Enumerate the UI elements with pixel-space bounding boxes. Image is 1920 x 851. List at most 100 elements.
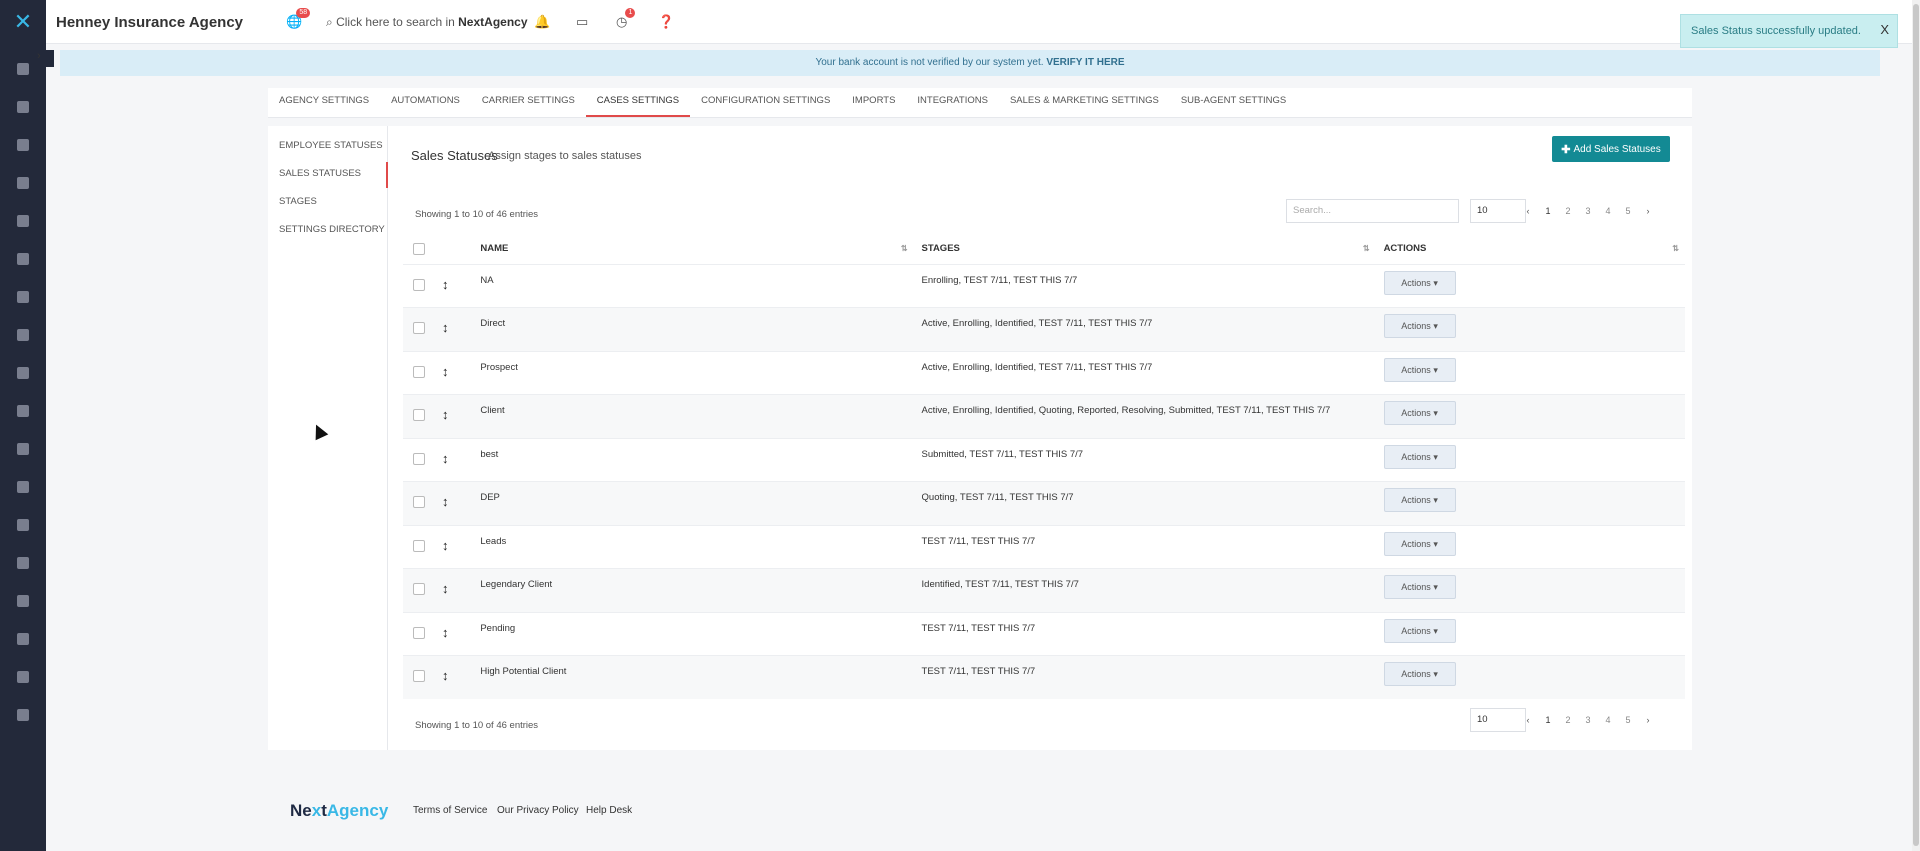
sidebar-item[interactable] bbox=[0, 582, 46, 620]
subnav-sales-statuses[interactable]: Sales Statuses bbox=[268, 160, 388, 188]
sidebar-item[interactable] bbox=[0, 658, 46, 696]
row-checkbox[interactable] bbox=[413, 583, 425, 595]
scrollbar-thumb[interactable] bbox=[1913, 4, 1919, 846]
row-checkbox[interactable] bbox=[413, 539, 425, 552]
clock-icon[interactable]: ◷ 1 bbox=[616, 8, 636, 30]
actions-dropdown-button[interactable]: Actions ▾ bbox=[1383, 662, 1456, 686]
footer-logo[interactable]: NextAgency bbox=[290, 801, 388, 821]
tab-cases-settings[interactable]: Cases Settings bbox=[585, 88, 691, 117]
tab-integrations[interactable]: Integrations bbox=[906, 88, 999, 117]
page-1[interactable]: 1 bbox=[1538, 715, 1558, 725]
drag-handle-icon[interactable]: ↕ bbox=[442, 625, 449, 640]
select-all-checkbox[interactable] bbox=[413, 243, 425, 256]
row-checkbox[interactable] bbox=[413, 452, 425, 465]
sidebar-toggle-button[interactable]: › bbox=[37, 50, 54, 67]
sidebar-item[interactable] bbox=[0, 354, 46, 392]
terms-link[interactable]: Terms of Service bbox=[413, 805, 487, 816]
page-5[interactable]: 5 bbox=[1618, 206, 1638, 216]
subnav-employee-statuses[interactable]: Employee Statuses bbox=[268, 132, 387, 160]
actions-dropdown-button[interactable]: Actions ▾ bbox=[1383, 357, 1456, 382]
sidebar-item[interactable] bbox=[0, 620, 46, 658]
tab-configuration-settings[interactable]: Configuration Settings bbox=[690, 88, 841, 117]
row-checkbox[interactable] bbox=[413, 626, 425, 639]
subnav-settings-directory[interactable]: Settings Directory bbox=[268, 216, 387, 244]
column-actions[interactable]: ACTIONS ⇅ bbox=[1376, 234, 1685, 264]
sidebar-item[interactable] bbox=[0, 506, 46, 544]
sidebar-item[interactable] bbox=[0, 278, 46, 316]
actions-dropdown-button[interactable]: Actions ▾ bbox=[1383, 401, 1456, 425]
prev-page-icon[interactable]: ‹ bbox=[1518, 206, 1538, 216]
page-4[interactable]: 4 bbox=[1598, 206, 1618, 216]
drag-handle-icon[interactable]: ↕ bbox=[442, 451, 449, 466]
bell-icon[interactable]: 🔔 bbox=[534, 14, 550, 30]
column-stages[interactable]: STAGES ⇅ bbox=[914, 234, 1376, 264]
actions-dropdown-button[interactable]: Actions ▾ bbox=[1383, 531, 1456, 556]
app-logo[interactable]: ✕ bbox=[0, 0, 46, 44]
help-desk-link[interactable]: Help Desk bbox=[586, 805, 632, 816]
tab-sales-marketing-settings[interactable]: Sales & Marketing Settings bbox=[999, 88, 1170, 117]
clock-badge: 1 bbox=[625, 8, 636, 18]
drag-handle-icon[interactable]: ↕ bbox=[442, 668, 449, 683]
tab-imports[interactable]: Imports bbox=[841, 88, 906, 117]
sidebar-item[interactable] bbox=[0, 468, 46, 506]
sidebar-item[interactable] bbox=[0, 696, 46, 734]
column-name[interactable]: NAME ⇅ bbox=[480, 234, 913, 264]
sidebar-item[interactable] bbox=[0, 392, 46, 430]
row-checkbox[interactable] bbox=[413, 496, 425, 508]
page-2[interactable]: 2 bbox=[1558, 206, 1578, 216]
next-page-icon[interactable]: › bbox=[1638, 206, 1658, 216]
drag-handle-icon[interactable]: ↕ bbox=[442, 407, 449, 422]
gear-icon bbox=[17, 671, 29, 683]
tab-automations[interactable]: Automations bbox=[380, 88, 471, 117]
next-page-icon[interactable]: › bbox=[1638, 715, 1658, 725]
page-2[interactable]: 2 bbox=[1558, 715, 1578, 725]
drag-handle-icon[interactable]: ↕ bbox=[442, 277, 449, 292]
drag-handle-icon[interactable]: ↕ bbox=[442, 320, 449, 335]
page-3[interactable]: 3 bbox=[1578, 206, 1598, 216]
sidebar-item[interactable] bbox=[0, 126, 46, 164]
sidebar-item[interactable] bbox=[0, 316, 46, 354]
sidebar-item[interactable] bbox=[0, 88, 46, 126]
actions-dropdown-button[interactable]: Actions ▾ bbox=[1383, 618, 1456, 643]
actions-dropdown-button[interactable]: Actions ▾ bbox=[1383, 575, 1456, 599]
sidebar-item[interactable] bbox=[0, 240, 46, 278]
verify-link[interactable]: VERIFY IT HERE bbox=[1046, 57, 1124, 68]
drag-handle-icon[interactable]: ↕ bbox=[442, 581, 449, 596]
privacy-link[interactable]: Our Privacy Policy bbox=[497, 805, 579, 816]
global-search[interactable]: ⌕ Click here to search in NextAgency bbox=[326, 15, 528, 30]
sidebar-item[interactable] bbox=[0, 202, 46, 240]
row-checkbox[interactable] bbox=[413, 365, 425, 378]
row-checkbox[interactable] bbox=[413, 278, 425, 291]
tab-sub-agent-settings[interactable]: Sub-Agent Settings bbox=[1170, 88, 1297, 117]
sort-icon: ⇅ bbox=[900, 244, 908, 253]
actions-dropdown-button[interactable]: Actions ▾ bbox=[1383, 488, 1456, 512]
page-1[interactable]: 1 bbox=[1538, 206, 1558, 216]
actions-dropdown-button[interactable]: Actions ▾ bbox=[1383, 270, 1456, 295]
row-checkbox[interactable] bbox=[413, 322, 425, 334]
globe-icon[interactable]: 🌐 58 bbox=[286, 8, 311, 30]
chat-icon[interactable]: ▭ bbox=[576, 14, 588, 30]
table-search-input[interactable]: Search... bbox=[1286, 199, 1459, 223]
subnav-stages[interactable]: Stages bbox=[268, 188, 387, 216]
actions-dropdown-button[interactable]: Actions ▾ bbox=[1383, 444, 1456, 469]
tab-carrier-settings[interactable]: Carrier Settings bbox=[471, 88, 586, 117]
row-name: High Potential Client bbox=[480, 655, 914, 699]
row-checkbox[interactable] bbox=[413, 670, 425, 682]
page-5[interactable]: 5 bbox=[1618, 715, 1638, 725]
row-name: best bbox=[480, 437, 914, 482]
row-checkbox[interactable] bbox=[413, 409, 425, 421]
drag-handle-icon[interactable]: ↕ bbox=[442, 494, 449, 509]
sidebar-item[interactable] bbox=[0, 544, 46, 582]
sidebar-item[interactable] bbox=[0, 164, 46, 202]
actions-dropdown-button[interactable]: Actions ▾ bbox=[1383, 314, 1456, 338]
help-icon[interactable]: ❓ bbox=[658, 14, 674, 30]
page-4[interactable]: 4 bbox=[1598, 715, 1618, 725]
close-icon[interactable]: X bbox=[1880, 22, 1889, 37]
sidebar-item[interactable] bbox=[0, 430, 46, 468]
tab-agency-settings[interactable]: Agency Settings bbox=[268, 88, 380, 117]
prev-page-icon[interactable]: ‹ bbox=[1518, 715, 1538, 725]
drag-handle-icon[interactable]: ↕ bbox=[442, 538, 449, 553]
add-sales-statuses-button[interactable]: ✚ Add Sales Statuses bbox=[1552, 136, 1670, 162]
page-3[interactable]: 3 bbox=[1578, 715, 1598, 725]
drag-handle-icon[interactable]: ↕ bbox=[442, 364, 449, 379]
